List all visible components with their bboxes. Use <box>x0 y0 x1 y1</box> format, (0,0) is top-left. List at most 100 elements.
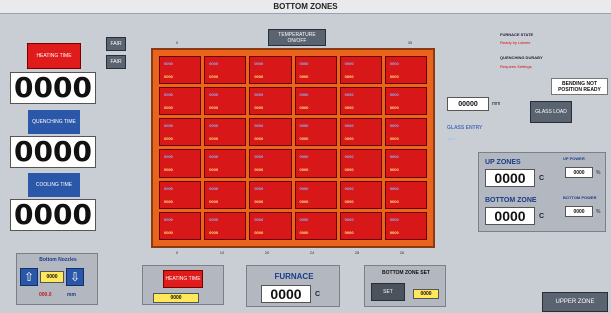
bottom-zone-set-value[interactable]: 0000 <box>413 289 439 299</box>
zone-cell-value: 0000 <box>209 136 219 142</box>
zone-cell[interactable]: 0000 0000 <box>339 87 382 116</box>
zone-cell[interactable]: 0000 0000 <box>384 87 427 116</box>
zone-cell-value: 0000 <box>299 198 309 204</box>
zone-cell[interactable]: 0000 0000 <box>384 56 427 85</box>
zone-cell-temp: 0000 <box>209 61 219 66</box>
zone-cell[interactable]: 0000 0000 <box>204 149 247 178</box>
zone-cell-value: 0000 <box>299 136 309 142</box>
cooling-time-label: COOLING TIME <box>28 173 80 197</box>
quenching-time-label: QUENCHING TIME <box>28 110 80 134</box>
zone-cell[interactable]: 0000 0000 <box>339 180 382 209</box>
up-zones-value: 0000 <box>485 169 535 187</box>
zone-cell[interactable]: 0000 0000 <box>204 118 247 147</box>
top-tick: 35 <box>407 40 413 45</box>
arrow-up-icon[interactable]: ⇧ <box>20 268 38 286</box>
zone-cell[interactable]: 0000 0000 <box>384 149 427 178</box>
zone-cell[interactable]: 0000 0000 <box>249 149 292 178</box>
zone-cell-value: 0000 <box>254 136 264 142</box>
bottom-tick: 0 <box>175 250 179 255</box>
zone-cell-temp: 0000 <box>209 185 219 191</box>
heating-time-value: 0000 <box>10 72 96 104</box>
temperature-toggle-button[interactable]: TEMPERATURE ON/OFF <box>268 29 326 46</box>
zone-cell[interactable]: 0000 0000 <box>159 56 202 85</box>
zone-cell[interactable]: 0000 0000 <box>339 118 382 147</box>
zone-cell[interactable]: 0000 0000 <box>384 211 427 240</box>
glass-length-field[interactable]: 00000 <box>447 97 489 111</box>
zone-cell[interactable]: 0000 0000 <box>294 149 337 178</box>
zone-cell[interactable]: 0000 0000 <box>384 180 427 209</box>
zone-cell-value: 0000 <box>389 136 399 142</box>
zone-cell[interactable]: 0000 0000 <box>159 211 202 240</box>
cooling-time-value: 0000 <box>10 199 96 231</box>
footer-heating-time-value: 0000 <box>153 293 199 303</box>
bottom-zone-value: 0000 <box>485 207 535 225</box>
up-power-unit: % <box>596 170 601 176</box>
zone-cell-value: 0000 <box>209 167 219 173</box>
zone-cell-value: 0000 <box>299 74 309 79</box>
zone-cell-temp: 0000 <box>389 216 399 222</box>
zone-cell-value: 0000 <box>164 229 173 235</box>
zone-cell-value: 0000 <box>299 105 309 111</box>
zone-cell-value: 0000 <box>344 198 354 204</box>
furnace-label: FURNACE <box>274 272 314 281</box>
zone-cell-temp: 0000 <box>299 61 309 66</box>
zone-cell[interactable]: 0000 0000 <box>294 87 337 116</box>
zone-cell[interactable]: 0000 0000 <box>384 118 427 147</box>
mode-button-2[interactable]: FAIR <box>106 55 126 69</box>
upper-zone-button[interactable]: UPPER ZONE <box>542 292 608 312</box>
zone-cell-value: 0000 <box>389 167 399 173</box>
zone-cell-value: 0000 <box>344 105 354 111</box>
zone-cell[interactable]: 0000 0000 <box>204 87 247 116</box>
nozzles-value: 0000 <box>40 271 64 283</box>
zone-cell[interactable]: 0000 0000 <box>204 56 247 85</box>
bottom-nozzles-panel: Bottom Nozzles ⇧ 0000 ⇩ 000.0 mm <box>16 253 98 305</box>
zone-cell-temp: 0000 <box>344 61 354 66</box>
bottom-zone-set-panel: BOTTOM ZONE SET SET 0000 <box>364 265 446 307</box>
furnace-state-label: FURNACE STATE <box>500 32 534 37</box>
zone-cell[interactable]: 0000 0000 <box>204 211 247 240</box>
zone-cell[interactable]: 0000 0000 <box>249 87 292 116</box>
page-title: BOTTOM ZONES <box>0 0 611 14</box>
zone-cell[interactable]: 0000 0000 <box>294 211 337 240</box>
zone-cell[interactable]: 0000 0000 <box>204 180 247 209</box>
zone-cell-value: 0000 <box>389 74 399 79</box>
zone-cell[interactable]: 0000 0000 <box>159 118 202 147</box>
zone-cell-temp: 0000 <box>164 216 173 222</box>
zone-cell-temp: 0000 <box>389 154 399 160</box>
heating-time-label: HEATING TIME <box>27 43 81 69</box>
zone-cell[interactable]: 0000 0000 <box>339 149 382 178</box>
zone-cell[interactable]: 0000 0000 <box>339 56 382 85</box>
zone-cell[interactable]: 0000 0000 <box>159 87 202 116</box>
set-button[interactable]: SET <box>371 283 405 301</box>
zone-cell-temp: 0000 <box>299 216 309 222</box>
bottom-power-value: 0000 <box>565 206 593 217</box>
zone-cell-value: 0000 <box>164 167 173 173</box>
mode-button-1[interactable]: FAIR <box>106 37 126 51</box>
zone-cell[interactable]: 0000 0000 <box>249 118 292 147</box>
zone-cell[interactable]: 0000 0000 <box>249 56 292 85</box>
zone-cell[interactable]: 0000 0000 <box>339 211 382 240</box>
bottom-tick: 26 <box>399 250 405 255</box>
zone-cell[interactable]: 0000 0000 <box>249 211 292 240</box>
zone-cell[interactable]: 0000 0000 <box>294 56 337 85</box>
zone-cell[interactable]: 0000 0000 <box>159 180 202 209</box>
zone-cell-value: 0000 <box>209 105 219 111</box>
zone-cell[interactable]: 0000 0000 <box>249 180 292 209</box>
bottom-tick: 28 <box>354 250 360 255</box>
zone-cell[interactable]: 0000 0000 <box>294 180 337 209</box>
zone-cell-temp: 0000 <box>344 154 354 160</box>
bottom-tick: 24 <box>309 250 315 255</box>
bottom-nozzles-label: Bottom Nozzles <box>39 257 77 263</box>
bottom-zone-label: BOTTOM ZONE <box>485 197 537 204</box>
zone-cell[interactable]: 0000 0000 <box>294 118 337 147</box>
zone-cell-temp: 0000 <box>164 61 173 66</box>
furnace-panel: FURNACE 0000 C <box>246 265 340 307</box>
zone-cell-temp: 0000 <box>254 92 264 98</box>
glass-load-button[interactable]: GLASS LOAD <box>530 101 572 123</box>
zone-cell-value: 0000 <box>209 74 219 79</box>
zone-cell-value: 0000 <box>344 229 354 235</box>
zone-cell-temp: 0000 <box>209 123 219 129</box>
arrow-down-icon[interactable]: ⇩ <box>66 268 84 286</box>
zone-cell[interactable]: 0000 0000 <box>159 149 202 178</box>
zone-cell-temp: 0000 <box>254 61 264 66</box>
